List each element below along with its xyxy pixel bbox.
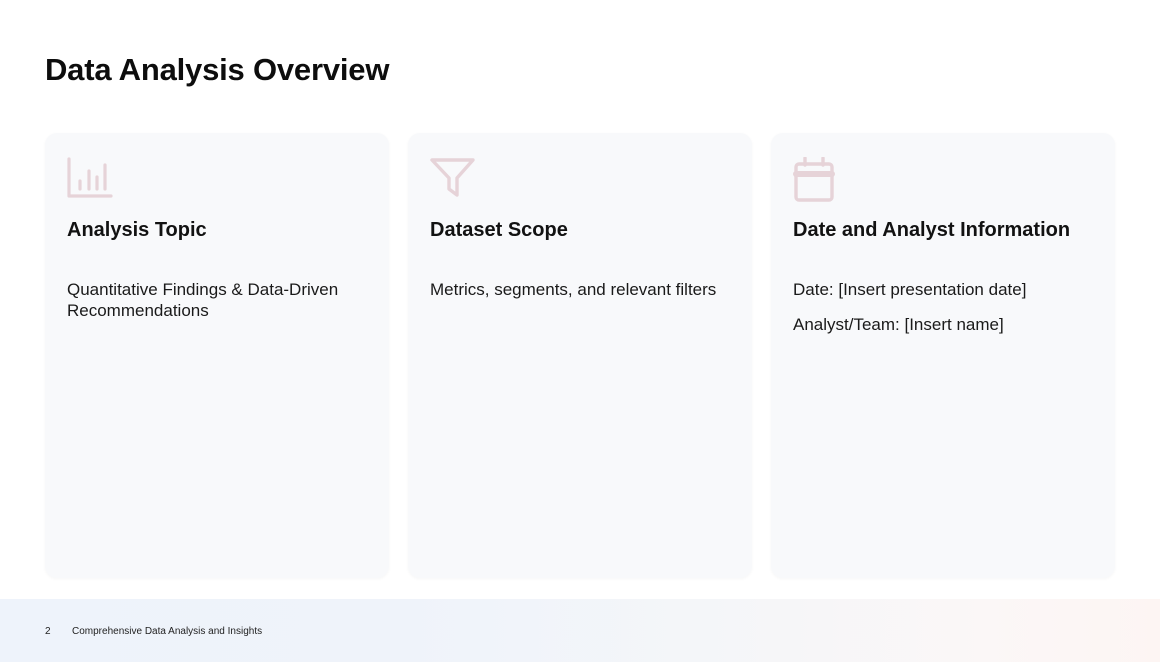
card-dataset-scope: Dataset Scope Metrics, segments, and rel…	[408, 133, 752, 578]
card-text-line: Analyst/Team: [Insert name]	[793, 315, 1004, 334]
page-number: 2	[45, 626, 51, 637]
card-date-analyst: Date and Analyst Information Date: [Inse…	[771, 133, 1115, 578]
card-text-line: Quantitative Findings & Data-Driven Reco…	[67, 280, 339, 320]
card-title: Analysis Topic	[67, 219, 207, 241]
bar-chart-icon	[67, 157, 113, 201]
overview-cards: Analysis Topic Quantitative Findings & D…	[45, 133, 1115, 578]
slide-title: Data Analysis Overview	[45, 52, 390, 87]
slide: Data Analysis Overview Analysis Topic Qu…	[0, 0, 1160, 662]
card-text-line: Date: [Insert presentation date]	[793, 280, 1027, 299]
card-body: Date: [Insert presentation date] Analyst…	[793, 279, 1093, 349]
card-text-line: Metrics, segments, and relevant filters	[430, 280, 717, 299]
card-title: Date and Analyst Information	[793, 219, 1071, 241]
card-body: Metrics, segments, and relevant filters	[430, 279, 730, 314]
footer-bar: 2 Comprehensive Data Analysis and Insigh…	[0, 599, 1160, 662]
funnel-filter-icon	[430, 157, 476, 201]
calendar-icon	[793, 157, 839, 202]
card-body: Quantitative Findings & Data-Driven Reco…	[67, 279, 367, 335]
card-analysis-topic: Analysis Topic Quantitative Findings & D…	[45, 133, 389, 578]
footer-title: Comprehensive Data Analysis and Insights	[72, 626, 263, 637]
card-title: Dataset Scope	[430, 219, 568, 241]
